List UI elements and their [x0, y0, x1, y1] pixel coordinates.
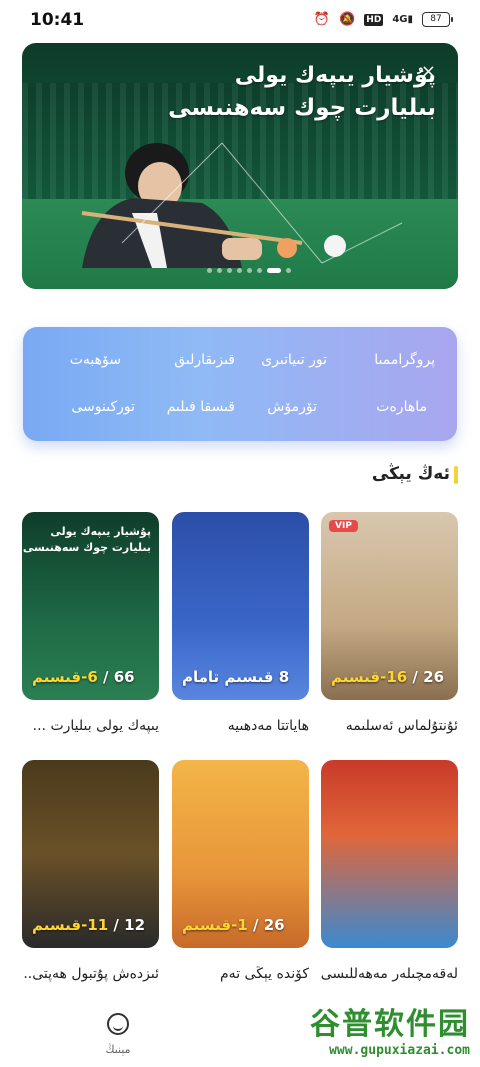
- vip-badge: VIP: [329, 520, 358, 532]
- tile-title[interactable]: يىپەك يولى بىليارت ...: [22, 718, 159, 734]
- tile-poster-title: پۇشيار يىپەك يولى بىليارت چوك سەھنىسى: [22, 525, 151, 554]
- category-web-theater[interactable]: تور تىياتىرى: [261, 352, 327, 368]
- tile-title[interactable]: لەقەمچىلەر مەھەللىسى: [321, 966, 458, 982]
- banner-dot: [237, 268, 242, 273]
- banner-dot: [267, 268, 281, 273]
- category-short-film[interactable]: قىسقا فىلىم: [167, 399, 235, 415]
- video-tile-cooking[interactable]: 26 / 1-قىسىم: [172, 760, 309, 948]
- episode-badge: 66 / 6-قىسىم: [32, 668, 135, 686]
- banner-page-indicator: [207, 268, 291, 273]
- section-accent-bar: [454, 466, 458, 484]
- banner-title-line2: بىليارت چوك سەھنىسى: [168, 95, 436, 121]
- category-programs[interactable]: پروگراممىا: [374, 352, 435, 368]
- status-icons: ⏰ 🔕 HD 4G▮ 87: [313, 12, 453, 27]
- banner-title-line1: پۇشيار يىپەك يولى: [234, 63, 436, 88]
- tile-title[interactable]: ھاياتتا مەدھىيە: [172, 718, 309, 734]
- video-tile-neighborhood[interactable]: [321, 760, 458, 948]
- video-tile-memory[interactable]: VIP 26 / 16-قىسىم: [321, 512, 458, 700]
- episode-badge: 8 قىسىم تامام: [182, 668, 290, 686]
- signal-icon: 4G▮: [392, 14, 413, 25]
- watermark-url: www.gupuxiazai.com: [329, 1043, 470, 1058]
- banner-dot: [257, 268, 262, 273]
- nav-label-mine: مېنىڭ: [105, 1043, 131, 1056]
- tile-title[interactable]: ئىزدەش پۇتبول ھەپتى...: [22, 966, 159, 982]
- watermark: 谷普软件园 www.gupuxiazai.com: [250, 999, 470, 1059]
- video-tile-billiards[interactable]: پۇشيار يىپەك يولى بىليارت چوك سەھنىسى 66 …: [22, 512, 159, 700]
- category-life[interactable]: تۆرمۆش: [267, 399, 317, 415]
- hd-icon: HD: [364, 13, 384, 26]
- tile-title[interactable]: ئۇنتۇلماس ئەسلىمە: [321, 718, 458, 734]
- banner-dot: [227, 268, 232, 273]
- category-panel: پروگراممىا تور تىياتىرى قىزىقارلىق سۆھبە…: [23, 327, 457, 441]
- category-web-movie[interactable]: توركىنوسى: [71, 399, 135, 415]
- category-fun[interactable]: قىزىقارلىق: [174, 352, 235, 368]
- banner-dot: [247, 268, 252, 273]
- hero-banner[interactable]: پۇشيار يىپەك يولى بىليارت چوك سەھنىسى ×: [22, 43, 458, 289]
- profile-icon: [107, 1013, 129, 1035]
- banner-close-icon[interactable]: ×: [421, 61, 436, 82]
- banner-dot: [286, 268, 291, 273]
- video-tile-hayatta[interactable]: 8 قىسىم تامام: [172, 512, 309, 700]
- battery-icon: 87: [422, 12, 453, 27]
- section-title: ئەڭ يېڭى: [371, 464, 450, 484]
- category-talk[interactable]: سۆھبەت: [70, 352, 121, 368]
- tile-thumbnail: [321, 760, 458, 948]
- category-skills[interactable]: ماھارەت: [376, 399, 427, 415]
- episode-badge: 26 / 16-قىسىم: [331, 668, 445, 686]
- alarm-icon: ⏰: [313, 12, 331, 27]
- status-bar: 10:41 ⏰ 🔕 HD 4G▮ 87: [0, 0, 480, 40]
- mute-icon: 🔕: [339, 12, 356, 27]
- banner-dot: [207, 268, 212, 273]
- tile-title[interactable]: كۆندە يېڭى تەم: [172, 966, 309, 982]
- watermark-text: 谷普软件园: [310, 1007, 470, 1042]
- video-tile-football[interactable]: 12 / 11-قىسىم: [22, 760, 159, 948]
- banner-dot: [217, 268, 222, 273]
- episode-badge: 12 / 11-قىسىم: [32, 916, 146, 934]
- status-time: 10:41: [30, 10, 85, 30]
- episode-badge: 26 / 1-قىسىم: [182, 916, 285, 934]
- nav-item-mine[interactable]: مېنىڭ: [98, 1013, 138, 1056]
